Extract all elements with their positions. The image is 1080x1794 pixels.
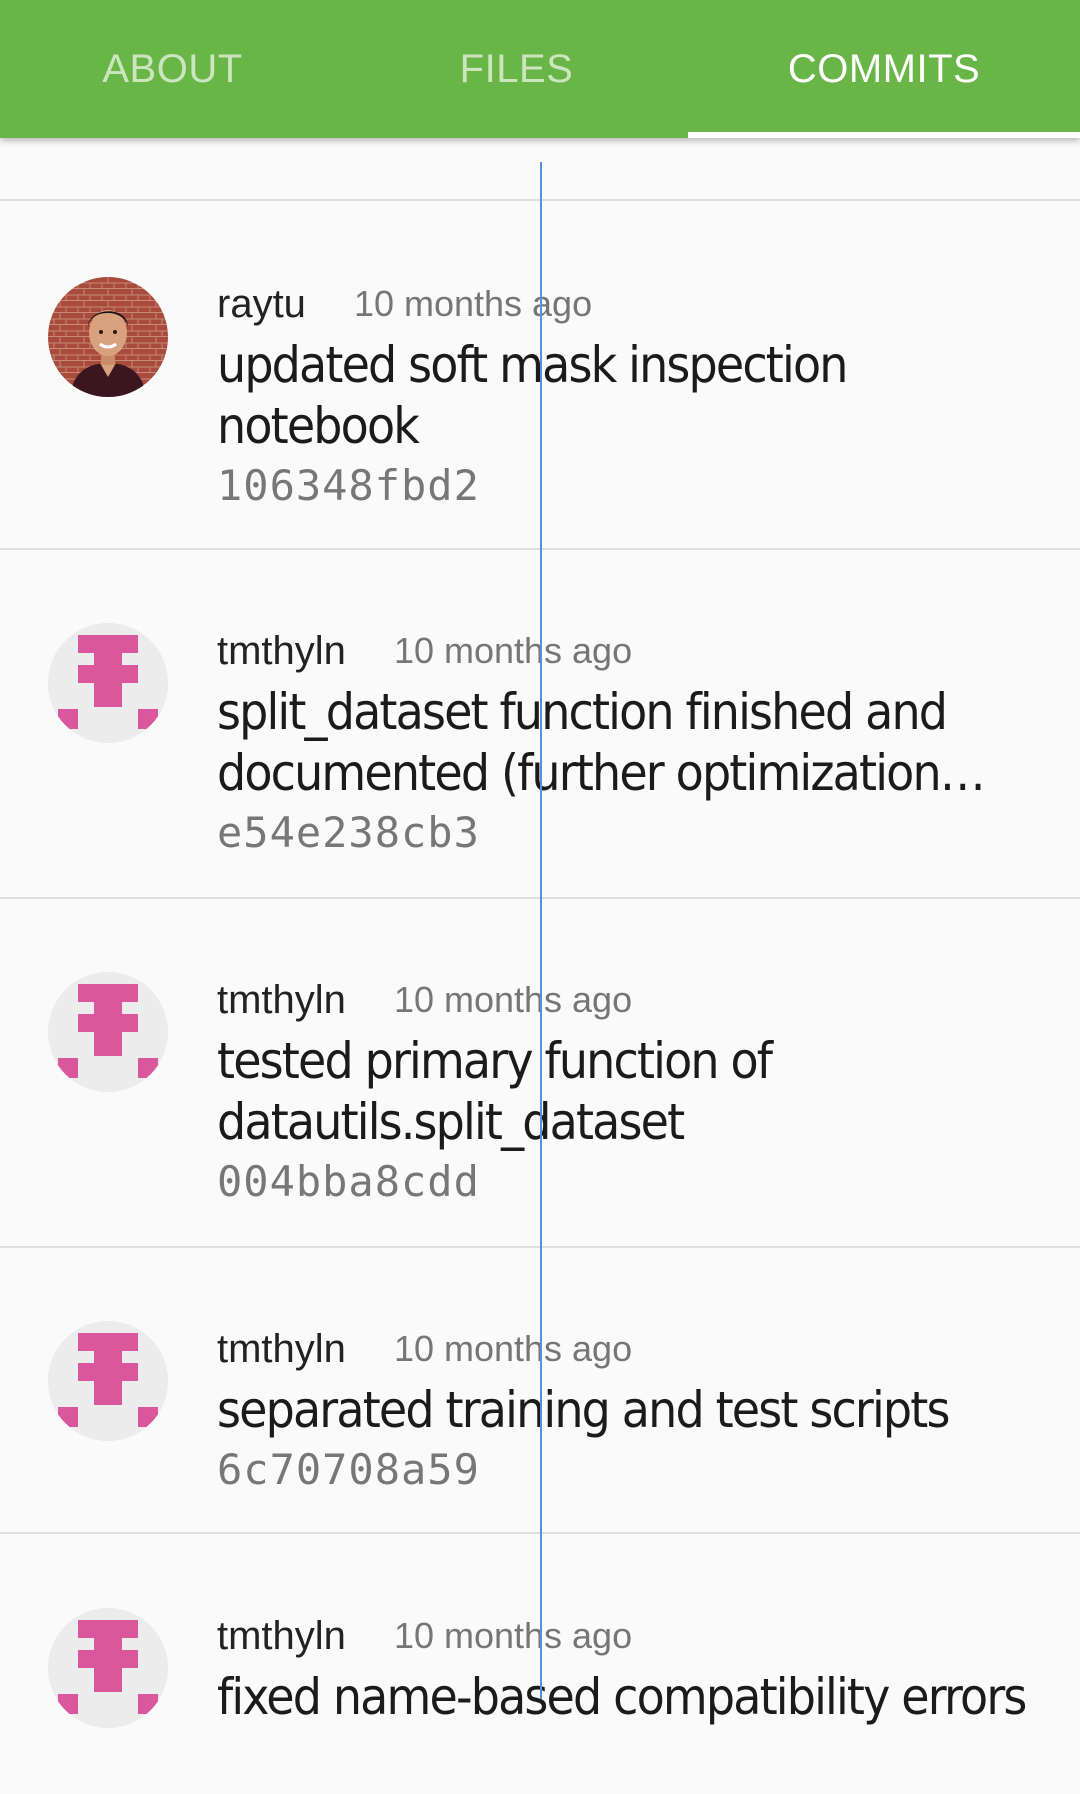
commit-meta: tmthyln 10 months ago (217, 975, 1040, 1025)
identicon-icon (48, 623, 168, 743)
tab-bar: ABOUT FILES COMMITS (0, 0, 1080, 138)
identicon-icon (48, 1321, 168, 1441)
commit-message: tested primary function of datautils.spl… (217, 1032, 773, 1151)
commit-time: 10 months ago (393, 1615, 633, 1656)
commit-content: tmthyln 10 months ago fixed name-based c… (217, 1611, 1040, 1728)
commit-message: separated training and test scripts (217, 1381, 950, 1439)
commit-author: tmthyln (217, 628, 346, 673)
commit-author: raytu (217, 281, 306, 326)
commit-author: tmthyln (217, 1326, 346, 1371)
commit-sha: 106348fbd2 (217, 461, 480, 510)
commit-content: tmthyln 10 months ago separated training… (217, 1324, 1040, 1495)
commit-time: 10 months ago (393, 630, 633, 671)
avatar (48, 277, 168, 397)
commit-message: fixed name-based compatibility errors (217, 1668, 1027, 1726)
avatar (48, 1608, 168, 1728)
avatar (48, 972, 168, 1092)
commit-time: 10 months ago (393, 979, 633, 1020)
commit-content: raytu 10 months ago updated soft mask in… (217, 279, 1040, 511)
commit-author: tmthyln (217, 977, 346, 1022)
commit-sha: 6c70708a59 (217, 1445, 480, 1494)
commit-author: tmthyln (217, 1613, 346, 1658)
commit-meta: tmthyln 10 months ago (217, 626, 1040, 676)
commit-message: updated soft mask inspection notebook (217, 336, 848, 455)
identicon-icon (48, 1608, 168, 1728)
commit-meta: tmthyln 10 months ago (217, 1611, 1040, 1661)
commit-meta: tmthyln 10 months ago (217, 1324, 1040, 1374)
commit-message: split_dataset function finished and docu… (217, 683, 948, 802)
identicon-icon (48, 972, 168, 1092)
active-tab-indicator (688, 132, 1080, 138)
tab-about[interactable]: ABOUT (0, 0, 345, 138)
commit-sha: 004bba8cdd (217, 1157, 480, 1206)
commit-content: tmthyln 10 months ago split_dataset func… (217, 626, 1040, 858)
commit-time: 10 months ago (393, 1328, 633, 1369)
user-photo-icon (48, 277, 168, 397)
commit-sha: e54e238cb3 (217, 808, 480, 857)
tab-files[interactable]: FILES (345, 0, 688, 138)
layout-guide-line (540, 162, 542, 1699)
commit-content: tmthyln 10 months ago tested primary fun… (217, 975, 1040, 1207)
commit-time: 10 months ago (353, 283, 593, 324)
tab-commits[interactable]: COMMITS (688, 0, 1080, 138)
avatar (48, 1321, 168, 1441)
commit-meta: raytu 10 months ago (217, 279, 1040, 329)
avatar (48, 623, 168, 743)
